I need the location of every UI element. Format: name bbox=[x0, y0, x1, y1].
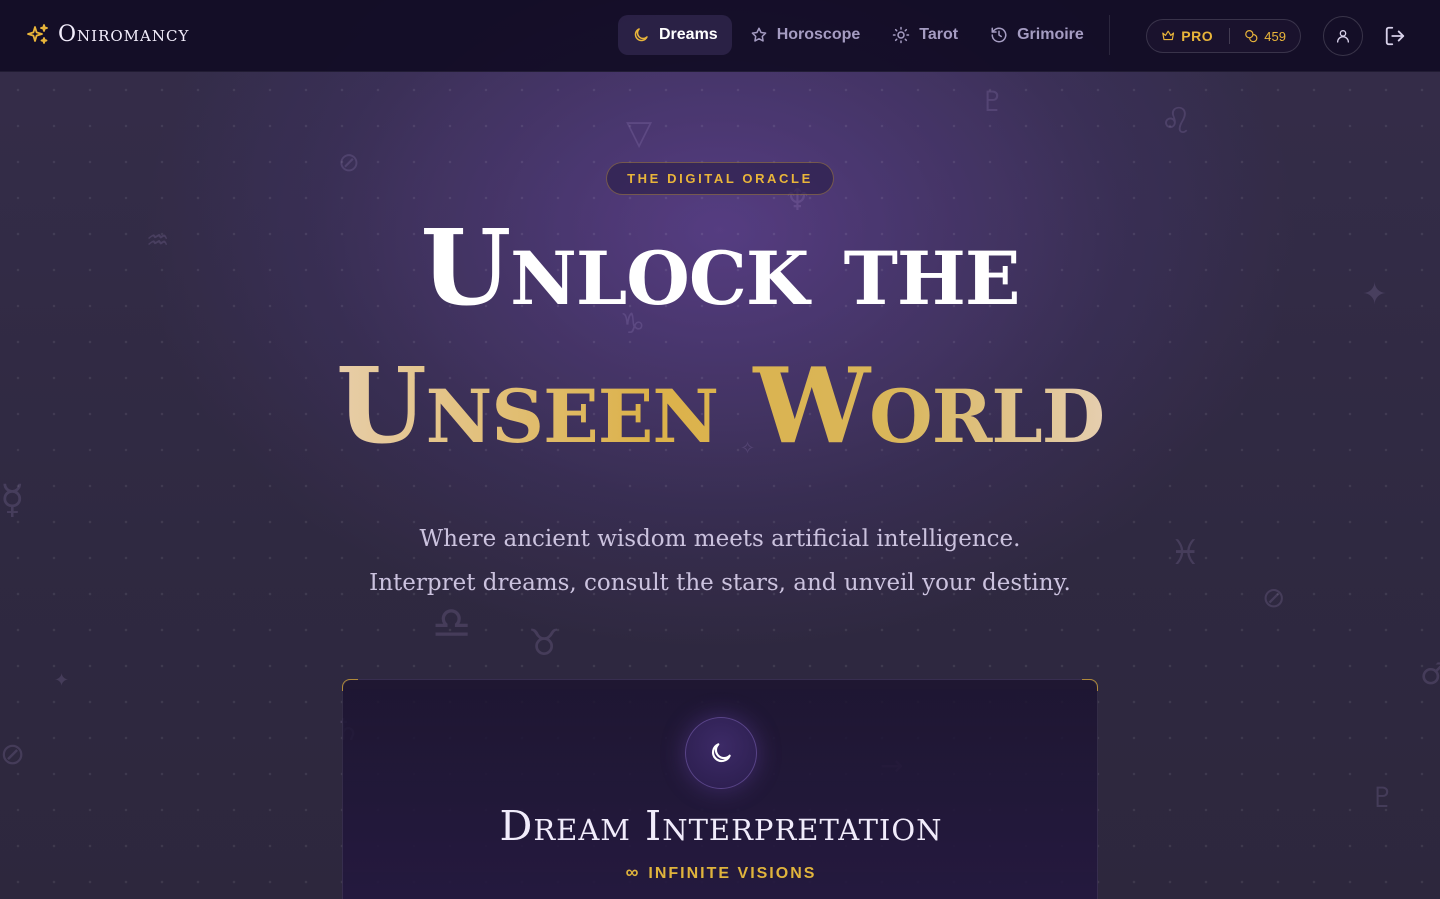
hero-badge: THE DIGITAL ORACLE bbox=[606, 162, 834, 195]
leo-symbol-icon: ♌ bbox=[1160, 101, 1193, 142]
null-symbol-icon: ⊘ bbox=[338, 148, 360, 178]
plan-label: PRO bbox=[1181, 28, 1214, 44]
card-subtitle-text: INFINITE VISIONS bbox=[648, 865, 817, 882]
pill-divider bbox=[1229, 28, 1231, 44]
nav-item-horoscope[interactable]: Horoscope bbox=[736, 15, 875, 55]
card-icon-badge bbox=[685, 717, 757, 789]
sparkles-icon bbox=[27, 23, 48, 44]
brand-logo[interactable]: Oniromancy bbox=[26, 22, 189, 47]
crown-icon bbox=[1162, 30, 1175, 41]
moon-icon bbox=[634, 28, 648, 42]
hero-subtitle-line1: Where ancient wisdom meets artificial in… bbox=[419, 526, 1021, 552]
nav-item-grimoire[interactable]: Grimoire bbox=[976, 15, 1098, 55]
infinity-icon: ∞ bbox=[625, 862, 641, 882]
nav-label-horoscope: Horoscope bbox=[776, 26, 861, 43]
card-subtitle: ∞ INFINITE VISIONS bbox=[343, 862, 1099, 883]
pluto-symbol-icon-2: ♇ bbox=[1370, 781, 1396, 814]
card-corner-top-left bbox=[342, 679, 358, 691]
history-icon bbox=[991, 27, 1007, 43]
moon-icon bbox=[711, 743, 731, 763]
mercury-symbol-icon: ☿ bbox=[0, 477, 25, 523]
card-title: Dream Interpretation bbox=[499, 802, 943, 850]
nav-label-grimoire: Grimoire bbox=[1017, 26, 1084, 43]
hero-title-line1: Unlock the bbox=[420, 206, 1020, 329]
taurus-symbol-icon: ♉ bbox=[528, 623, 561, 664]
sparkle-symbol-icon-2: ✦ bbox=[54, 670, 70, 691]
star-icon bbox=[751, 27, 767, 42]
nav-label-tarot: Tarot bbox=[919, 26, 959, 43]
user-icon bbox=[1337, 30, 1349, 43]
coins-icon bbox=[1245, 30, 1258, 43]
dream-interpretation-card[interactable]: Dream Interpretation ∞ INFINITE VISIONS bbox=[342, 679, 1098, 899]
sun-icon bbox=[893, 26, 910, 44]
libra-symbol-icon: ♎ bbox=[432, 598, 472, 649]
nav-item-dreams[interactable]: Dreams bbox=[618, 15, 732, 55]
profile-button[interactable] bbox=[1323, 16, 1363, 56]
null-symbol-icon-3: ⊘ bbox=[0, 737, 26, 772]
main-nav: Dreams Horoscope Tarot Grimoire bbox=[618, 15, 1098, 55]
hero-title-line2: Unseen World bbox=[0, 346, 1440, 466]
nav-item-tarot[interactable]: Tarot bbox=[878, 15, 972, 55]
hero-subtitle-line2: Interpret dreams, consult the stars, and… bbox=[369, 570, 1071, 596]
triangle-symbol-icon: ▽ bbox=[626, 113, 653, 153]
credits-count: 459 bbox=[1264, 28, 1286, 44]
card-corner-top-right bbox=[1082, 679, 1098, 691]
logout-button[interactable] bbox=[1384, 25, 1406, 47]
nav-label-dreams: Dreams bbox=[659, 26, 718, 43]
logout-icon bbox=[1385, 26, 1405, 46]
mars-symbol-icon: ♂ bbox=[1420, 657, 1440, 692]
brand-name: Oniromancy bbox=[58, 22, 190, 47]
header-divider bbox=[1109, 15, 1110, 55]
pluto-symbol-icon: ♇ bbox=[980, 85, 1006, 118]
top-navigation-bar: Oniromancy Dreams Horoscope Tarot Grimoi… bbox=[0, 0, 1440, 72]
plan-credits-pill[interactable]: PRO 459 bbox=[1146, 19, 1301, 53]
